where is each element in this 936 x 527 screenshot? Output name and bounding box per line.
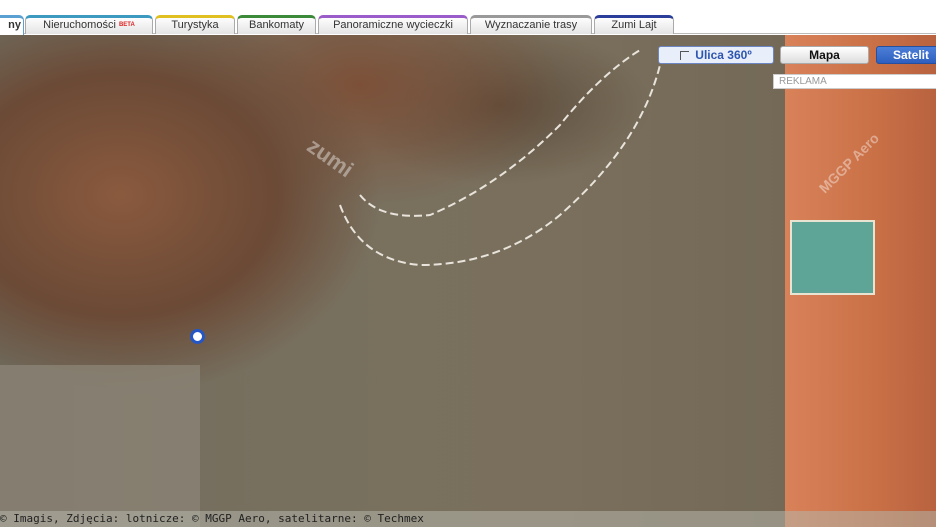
- street-view-toggle[interactable]: Ulica 360º: [658, 46, 774, 64]
- checkbox-icon[interactable]: [680, 51, 690, 60]
- tab-panoramiczne-wycieczki[interactable]: Panoramiczne wycieczki: [318, 15, 468, 34]
- street-view-label: Ulica 360º: [695, 48, 752, 62]
- location-marker[interactable]: [190, 329, 205, 344]
- attribution: © Imagis, Zdjęcia: lotnicze: © MGGP Aero…: [0, 511, 936, 527]
- tab-bankomaty[interactable]: Bankomaty: [237, 15, 316, 34]
- beta-badge: BETA: [118, 22, 135, 28]
- tab-active[interactable]: ny: [0, 15, 24, 35]
- tab-turystyka[interactable]: Turystyka: [155, 15, 235, 34]
- tab-nieruchomosci[interactable]: Nieruchomości BETA: [25, 15, 153, 34]
- tab-zumi-lajt[interactable]: Zumi Lajt: [594, 15, 674, 34]
- map-button[interactable]: Mapa: [780, 46, 869, 64]
- tab-bar: ny Nieruchomości BETA Turystyka Bankomat…: [0, 0, 936, 35]
- road-markings: [339, 49, 661, 267]
- tab-label: Nieruchomości: [43, 19, 116, 31]
- satellite-button[interactable]: Satelit: [876, 46, 936, 64]
- tab-wyznaczanie-trasy[interactable]: Wyznaczanie trasy: [470, 15, 592, 34]
- ad-box[interactable]: REKLAMA: [773, 74, 936, 89]
- satellite-map[interactable]: zumi MGGP Aero: [0, 35, 936, 527]
